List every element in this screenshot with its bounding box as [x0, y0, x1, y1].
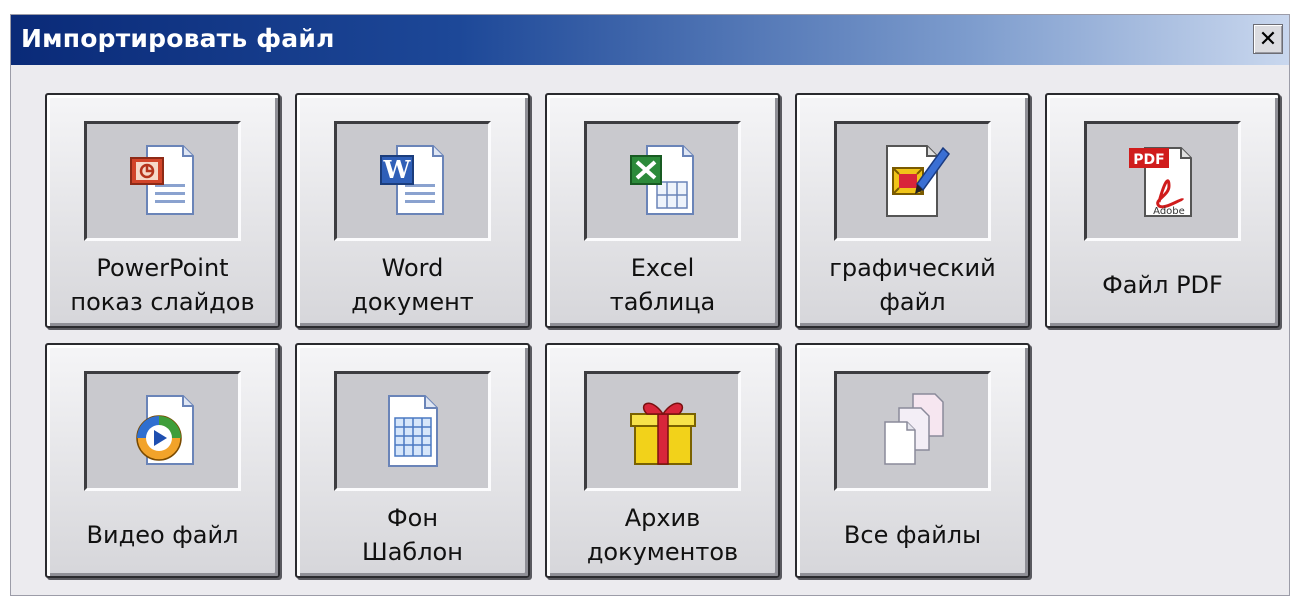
video-file-icon — [136, 395, 194, 465]
icon-frame — [84, 371, 241, 491]
icon-frame: W — [334, 121, 491, 241]
icon-frame — [584, 121, 741, 241]
svg-text:PDF: PDF — [1133, 152, 1164, 168]
tile-label: Word документ — [351, 254, 474, 316]
powerpoint-file-icon — [130, 145, 194, 215]
tile-label: PowerPoint показ слайдов — [70, 254, 255, 316]
close-button[interactable]: ✕ — [1253, 24, 1283, 54]
icon-frame — [334, 371, 491, 491]
all-files-button[interactable]: Все файлы — [795, 343, 1030, 578]
graphic-file-button[interactable]: графический файл — [795, 93, 1030, 328]
pdf-button[interactable]: PDF Adobe Файл PDF — [1045, 93, 1280, 328]
template-button[interactable]: Фон Шаблон — [295, 343, 530, 578]
tile-label: Фон Шаблон — [362, 504, 463, 566]
tile-label: Excel таблица — [609, 254, 716, 316]
word-file-icon: W — [380, 145, 444, 215]
icon-frame — [834, 121, 991, 241]
icon-frame: PDF Adobe — [1084, 121, 1241, 241]
icon-frame — [834, 371, 991, 491]
excel-file-icon — [630, 145, 694, 215]
import-file-dialog: Импортировать файл ✕ PowerPoint показ сл… — [10, 14, 1290, 596]
document-archive-button[interactable]: Архив документов — [545, 343, 780, 578]
gift-archive-icon — [630, 402, 696, 465]
all-files-icon — [884, 393, 944, 465]
svg-text:Adobe: Adobe — [1153, 206, 1185, 217]
tile-label: графический файл — [829, 254, 996, 316]
svg-text:W: W — [383, 155, 412, 184]
pdf-file-icon: PDF Adobe — [1129, 147, 1192, 217]
video-file-button[interactable]: Видео файл — [45, 343, 280, 578]
word-button[interactable]: W Word документ — [295, 93, 530, 328]
tile-label: Файл PDF — [1102, 271, 1223, 299]
icon-frame — [84, 121, 241, 241]
tile-label: Видео файл — [86, 521, 239, 549]
tile-label: Архив документов — [586, 504, 739, 566]
powerpoint-button[interactable]: PowerPoint показ слайдов — [45, 93, 280, 328]
dialog-title: Импортировать файл — [21, 24, 335, 53]
excel-button[interactable]: Excel таблица — [545, 93, 780, 328]
picture-file-icon — [886, 145, 950, 217]
close-icon: ✕ — [1258, 26, 1278, 52]
tile-label: Все файлы — [843, 521, 982, 549]
template-file-icon — [388, 395, 438, 467]
icon-frame — [584, 371, 741, 491]
title-bar[interactable]: Импортировать файл ✕ — [11, 15, 1289, 65]
